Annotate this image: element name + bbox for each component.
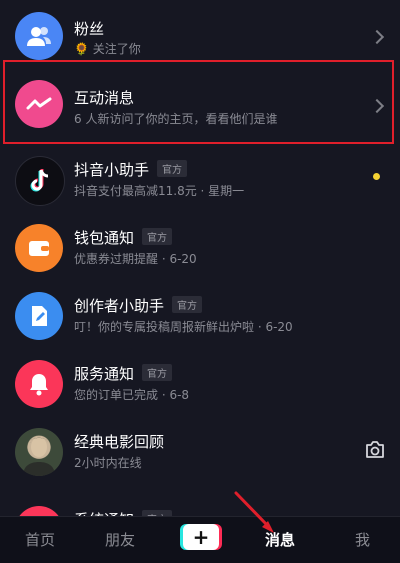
tab-messages[interactable]: 消息 — [265, 529, 295, 550]
wallet-subtitle: 优惠券过期提醒 · 6-20 — [74, 252, 197, 266]
list-item-douyin-assistant[interactable]: 抖音小助手 官方 抖音支付最高减11.8元 · 星期一 — [0, 146, 400, 214]
list-item-creator-assistant[interactable]: 创作者小助手 官方 叮！你的专属投稿周报新鲜出炉啦 · 6-20 — [0, 282, 400, 350]
tab-friends[interactable]: 朋友 — [105, 529, 135, 550]
bell-icon — [30, 374, 48, 396]
wallet-icon — [29, 241, 49, 256]
highlight-box — [3, 60, 394, 144]
bottom-tab-bar: 首页 朋友 + 消息 我 — [0, 516, 400, 563]
camera-icon[interactable] — [364, 440, 386, 464]
wallet-title: 钱包通知 官方 — [74, 227, 173, 248]
douyin-subtitle: 抖音支付最高减11.8元 · 星期一 — [74, 184, 245, 198]
list-item-wallet[interactable]: 钱包通知 官方 优惠券过期提醒 · 6-20 — [0, 214, 400, 282]
movie-avatar — [15, 428, 63, 476]
movie-title: 经典电影回顾 — [74, 433, 165, 451]
tiktok-logo-icon — [30, 169, 49, 192]
unread-dot — [373, 173, 380, 180]
official-badge: 官方 — [142, 364, 173, 381]
service-title: 服务通知 官方 — [74, 363, 173, 384]
service-avatar — [15, 360, 63, 408]
fans-subtitle: 🌻 关注了你 — [74, 42, 141, 56]
person-photo-icon — [23, 437, 55, 476]
fans-avatar — [15, 12, 63, 60]
wallet-avatar — [15, 224, 63, 272]
sunflower-icon: 🌻 — [74, 42, 89, 56]
movie-subtitle: 2小时内在线 — [74, 456, 142, 470]
official-badge: 官方 — [157, 160, 188, 177]
douyin-title: 抖音小助手 官方 — [74, 159, 188, 180]
create-button[interactable]: + — [183, 524, 219, 550]
creator-title: 创作者小助手 官方 — [74, 295, 203, 316]
creator-subtitle: 叮！你的专属投稿周报新鲜出炉啦 · 6-20 — [74, 320, 293, 334]
users-icon — [27, 27, 51, 46]
tab-me[interactable]: 我 — [355, 529, 370, 550]
douyin-avatar — [15, 156, 65, 206]
chevron-right-icon — [369, 29, 385, 45]
list-item-classic-movies[interactable]: 经典电影回顾 2小时内在线 — [0, 418, 400, 486]
list-item-fans[interactable]: 粉丝 🌻 关注了你 — [0, 0, 400, 60]
edit-document-icon — [32, 306, 47, 326]
list-item-service[interactable]: 服务通知 官方 您的订单已完成 · 6-8 — [0, 350, 400, 418]
service-subtitle: 您的订单已完成 · 6-8 — [74, 388, 190, 402]
creator-avatar — [15, 292, 63, 340]
tab-home[interactable]: 首页 — [25, 529, 55, 550]
official-badge: 官方 — [142, 228, 173, 245]
official-badge: 官方 — [172, 296, 203, 313]
fans-title: 粉丝 — [74, 20, 105, 38]
